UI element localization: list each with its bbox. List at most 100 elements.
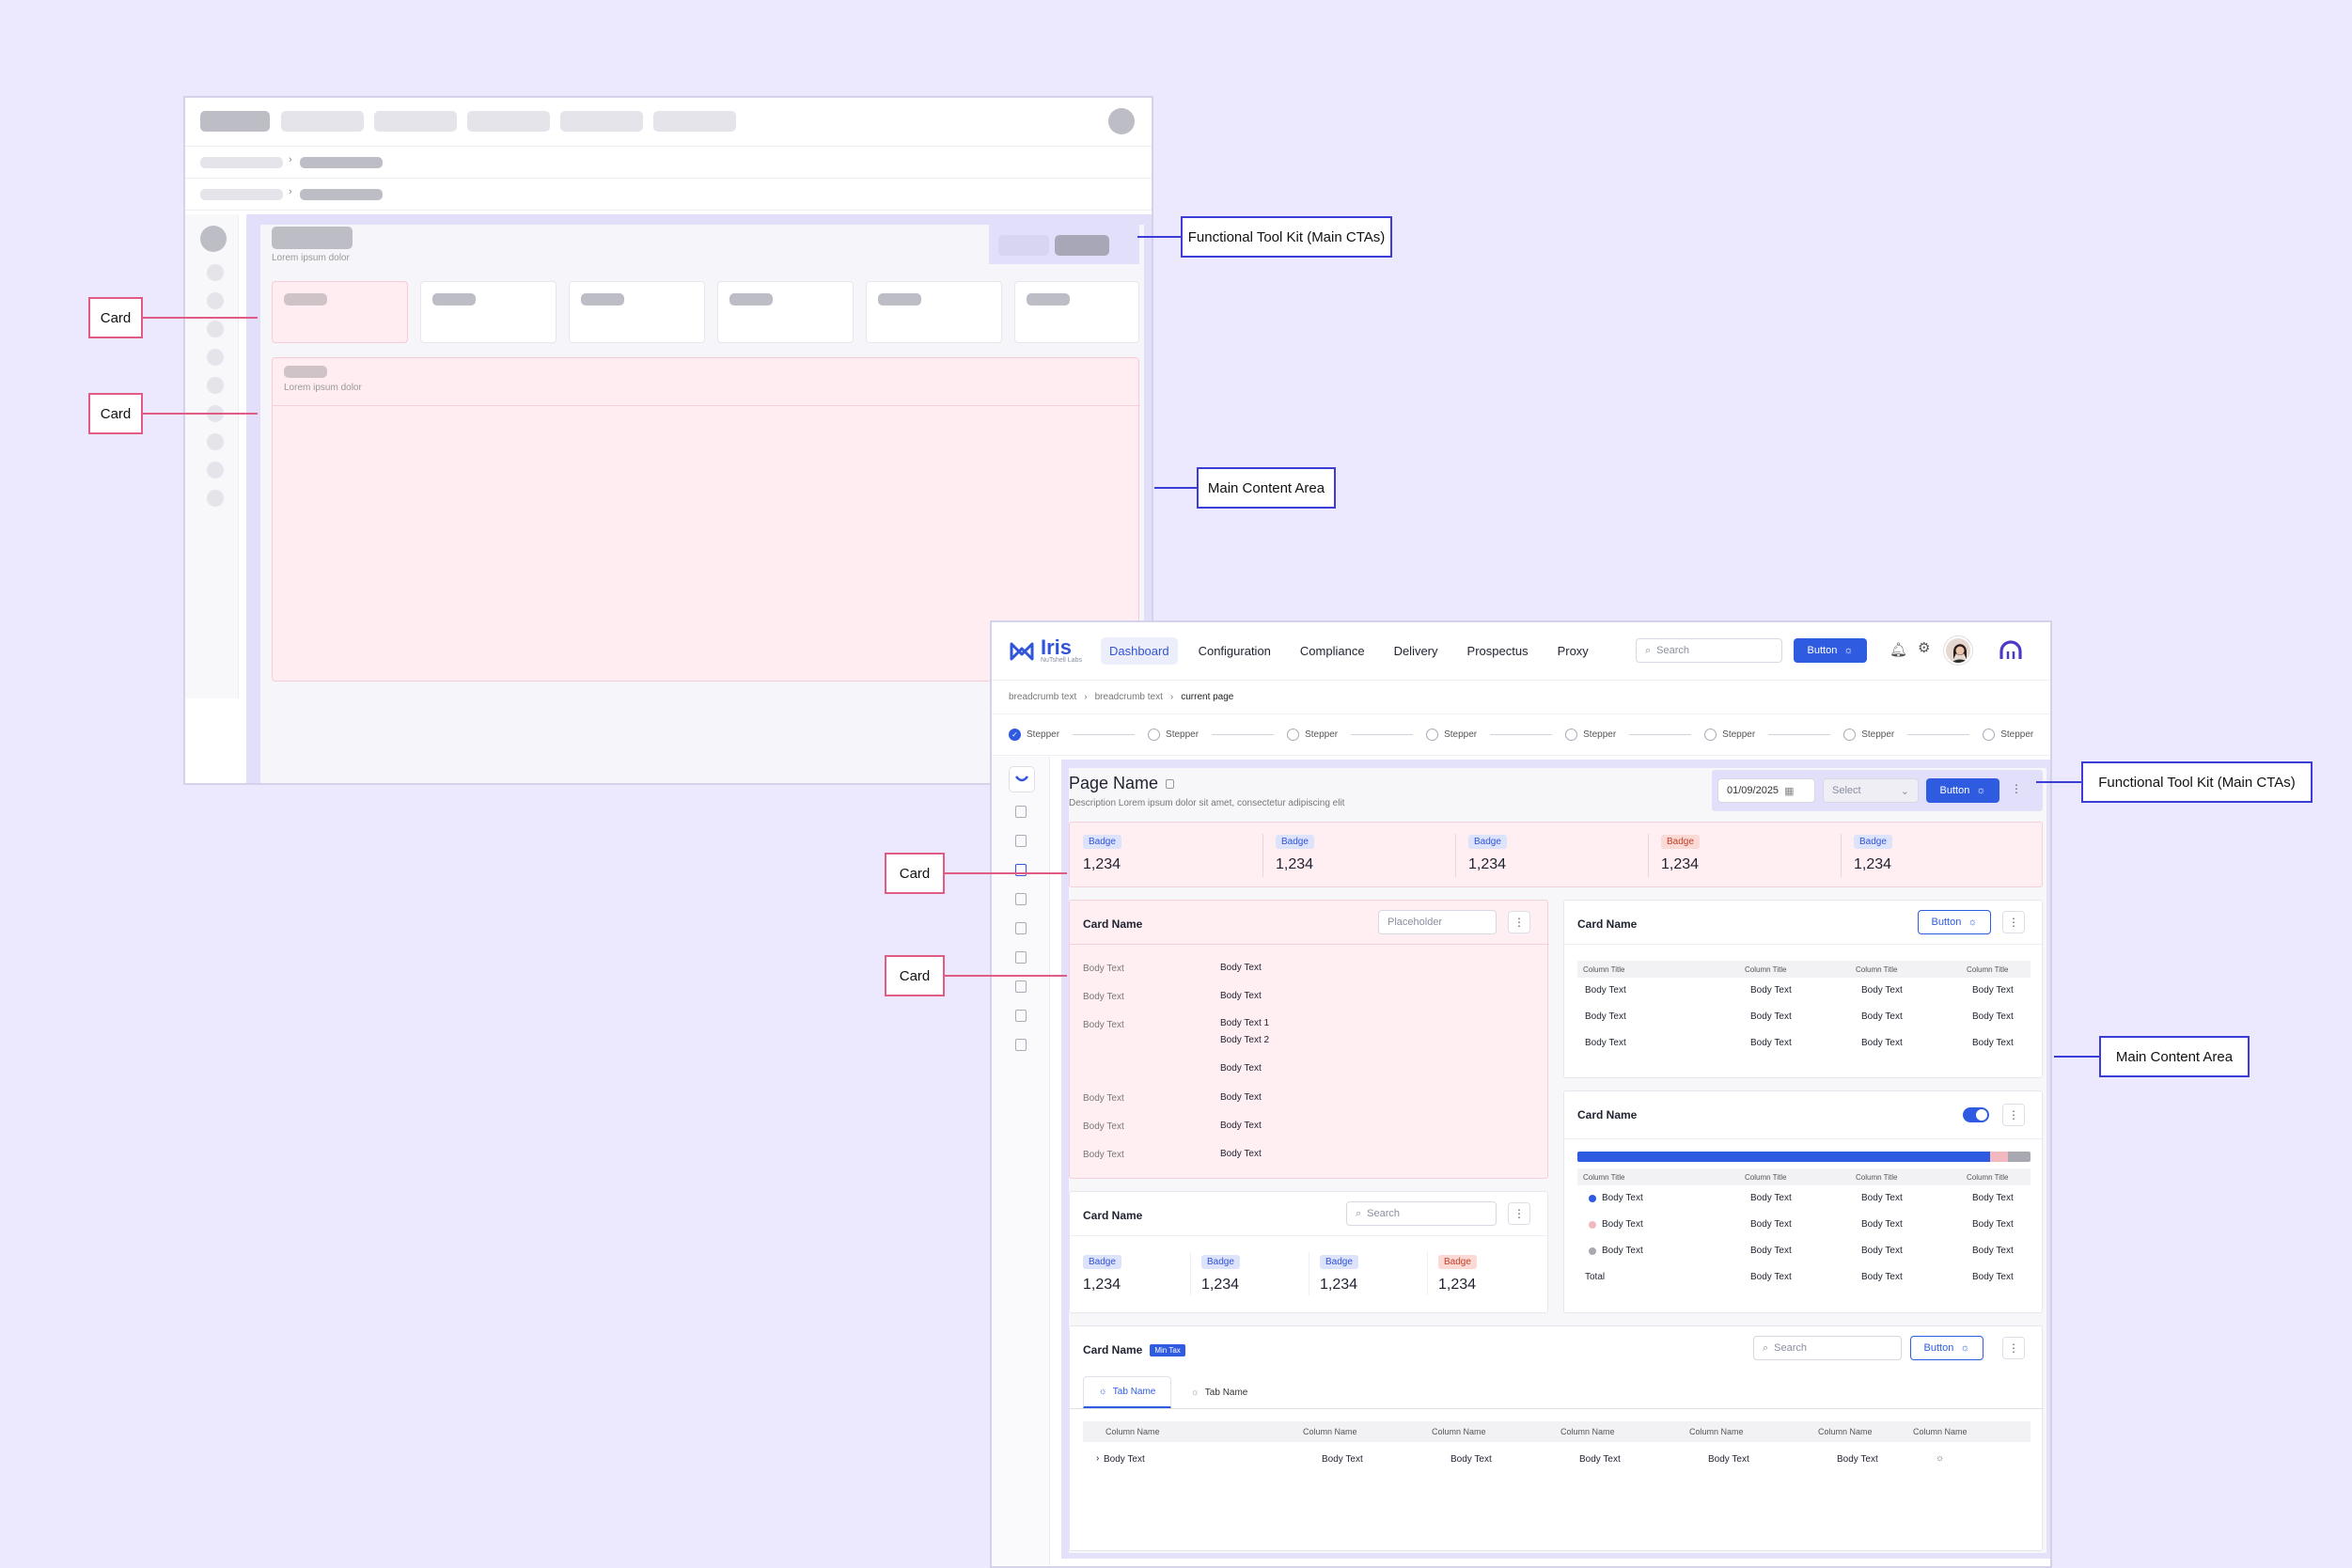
badge: Badge — [1083, 1255, 1121, 1269]
sun-icon[interactable]: ☼ — [1936, 1453, 1944, 1464]
card-input[interactable]: Placeholder — [1378, 910, 1497, 934]
table-cell: Body Text — [1750, 1219, 1792, 1230]
nav-primary-button[interactable]: Button ☼ — [1794, 638, 1867, 663]
copy-icon[interactable] — [1166, 778, 1175, 789]
table-row[interactable]: › Body Text Body Text Body Text Body Tex… — [1083, 1450, 2031, 1471]
nav-prospectus[interactable]: Prospectus — [1459, 637, 1537, 665]
table-row[interactable]: Body Text Body Text Body Text Body Text — [1577, 1193, 2031, 1212]
bell-icon[interactable]: 🔔︎ — [1889, 641, 1907, 658]
breadcrumb-link[interactable]: breadcrumb text — [1009, 692, 1076, 702]
table-row[interactable]: Body Text Body Text Body Text Body Text — [1577, 985, 2031, 1004]
date-picker[interactable]: 01/09/2025 ▦ — [1717, 778, 1815, 803]
iris-logo[interactable]: Iris NuTshell Labs — [1009, 636, 1082, 665]
field-value: Body Text — [1220, 1063, 1262, 1074]
wireframe-kpi-card — [1014, 281, 1139, 343]
user-avatar[interactable] — [1944, 636, 1972, 665]
field-value: Body Text — [1220, 991, 1262, 1001]
column-header: Column Name — [1560, 1427, 1615, 1436]
table-cell: Body Text — [1104, 1454, 1145, 1465]
copy-icon[interactable] — [1015, 1010, 1027, 1022]
tab-inactive[interactable]: ☼ Tab Name — [1175, 1376, 1263, 1408]
more-options-icon[interactable]: ⋮ — [2002, 1104, 2025, 1126]
sidebar-home-button[interactable] — [1009, 766, 1035, 792]
wireframe-kpi-card — [272, 281, 408, 343]
chevron-right-icon[interactable]: › — [1096, 1453, 1099, 1464]
field-value: Body Text 1 — [1220, 1018, 1270, 1028]
step-7[interactable]: Stepper — [1843, 729, 1894, 741]
step-8[interactable]: Stepper — [1983, 729, 2033, 741]
step-3[interactable]: Stepper — [1287, 729, 1338, 741]
table-row[interactable]: Body Text Body Text Body Text Body Text — [1577, 1011, 2031, 1030]
copy-icon[interactable] — [1015, 893, 1027, 905]
chevron-down-icon: ⌄ — [1900, 785, 1909, 797]
more-options-icon[interactable]: ⋮ — [2002, 1337, 2025, 1359]
wireframe-subtitle: Lorem ipsum dolor — [272, 253, 350, 263]
step-4[interactable]: Stepper — [1426, 729, 1477, 741]
kpi-item: Badge 1,234 — [1083, 832, 1121, 873]
table-row[interactable]: Body Text Body Text Body Text Body Text — [1577, 1219, 2031, 1238]
kpi-value: 1,234 — [1854, 856, 1892, 872]
step-label: Stepper — [1027, 729, 1060, 740]
toggle-switch[interactable] — [1963, 1107, 1989, 1122]
copy-icon[interactable] — [1015, 1039, 1027, 1051]
search-icon: ⌕ — [1763, 1341, 1769, 1354]
card-title: Card Name — [1083, 917, 1143, 931]
step-6[interactable]: Stepper — [1704, 729, 1755, 741]
column-header: Column Title — [1583, 965, 1625, 974]
card-title: Card Name — [1083, 1209, 1143, 1222]
more-options-icon[interactable]: ⋮ — [2002, 911, 2025, 933]
wireframe-crumb — [300, 157, 383, 168]
copy-icon[interactable] — [1015, 864, 1027, 876]
copy-icon[interactable] — [1015, 806, 1027, 818]
wireframe-nav-placeholder — [467, 111, 550, 132]
wireframe-breadcrumb-row-2: › — [185, 179, 1152, 211]
copy-icon[interactable] — [1015, 922, 1027, 934]
step-2[interactable]: Stepper — [1148, 729, 1199, 741]
card-button[interactable]: Button ☼ — [1918, 910, 1991, 934]
copy-icon[interactable] — [1015, 980, 1027, 993]
card-search-input[interactable]: ⌕ Search — [1346, 1201, 1497, 1226]
search-icon: ⌕ — [1356, 1207, 1362, 1219]
button-label: Button — [1807, 645, 1838, 656]
card-search-input[interactable]: ⌕ Search — [1753, 1336, 1902, 1360]
card-button[interactable]: Button ☼ — [1910, 1336, 1984, 1360]
table-row[interactable]: Body Text Body Text Body Text Body Text — [1577, 1246, 2031, 1264]
nav-configuration[interactable]: Configuration — [1190, 637, 1279, 665]
toolkit-primary-button[interactable]: Button ☼ — [1926, 778, 1999, 803]
select-dropdown[interactable]: Select ⌄ — [1823, 778, 1919, 803]
column-header: Column Name — [1303, 1427, 1357, 1436]
more-options-icon[interactable]: ⋮ — [1508, 911, 1530, 933]
wireframe-card-label — [729, 293, 773, 306]
nav-search-input[interactable]: ⌕ Search — [1636, 638, 1782, 663]
kpi-value: 1,234 — [1438, 1277, 1477, 1293]
field-label: Body Text — [1083, 964, 1124, 974]
more-options-icon[interactable]: ⋮ — [1508, 1202, 1530, 1225]
sun-icon: ☼ — [1976, 785, 1986, 796]
breadcrumb-link[interactable]: breadcrumb text — [1095, 692, 1163, 702]
legend-dot-icon — [1589, 1195, 1596, 1202]
copy-icon[interactable] — [1015, 835, 1027, 847]
gear-icon[interactable]: ⚙ — [1918, 639, 1930, 656]
brand-mark-icon[interactable] — [1999, 640, 2022, 666]
stepper: ✓ Stepper Stepper Stepper Stepper Stepper… — [992, 714, 2050, 756]
nav-delivery[interactable]: Delivery — [1386, 637, 1447, 665]
wireframe-logo-placeholder — [200, 111, 270, 132]
wireframe-card-label — [581, 293, 624, 306]
table-row-total[interactable]: Total Body Text Body Text Body Text — [1577, 1272, 2031, 1291]
smile-logo-icon — [1014, 776, 1029, 782]
callout-connector — [2036, 781, 2081, 783]
nav-dashboard[interactable]: Dashboard — [1100, 637, 1178, 665]
more-options-icon[interactable]: ⋮ — [2011, 782, 2022, 795]
wireframe-card-label — [284, 366, 327, 378]
nav-proxy[interactable]: Proxy — [1549, 637, 1597, 665]
tab-active[interactable]: ☼ Tab Name — [1083, 1376, 1171, 1408]
field-value: Body Text — [1220, 963, 1262, 973]
table-cell: Body Text — [1861, 1246, 1903, 1256]
table-row[interactable]: Body Text Body Text Body Text Body Text — [1577, 1038, 2031, 1057]
step-5[interactable]: Stepper — [1565, 729, 1616, 741]
table-cell: Body Text — [1972, 1038, 2014, 1048]
nav-compliance[interactable]: Compliance — [1292, 637, 1373, 665]
copy-icon[interactable] — [1015, 951, 1027, 964]
step-1[interactable]: ✓ Stepper — [1009, 729, 1059, 741]
wireframe-sidebar — [185, 214, 239, 698]
